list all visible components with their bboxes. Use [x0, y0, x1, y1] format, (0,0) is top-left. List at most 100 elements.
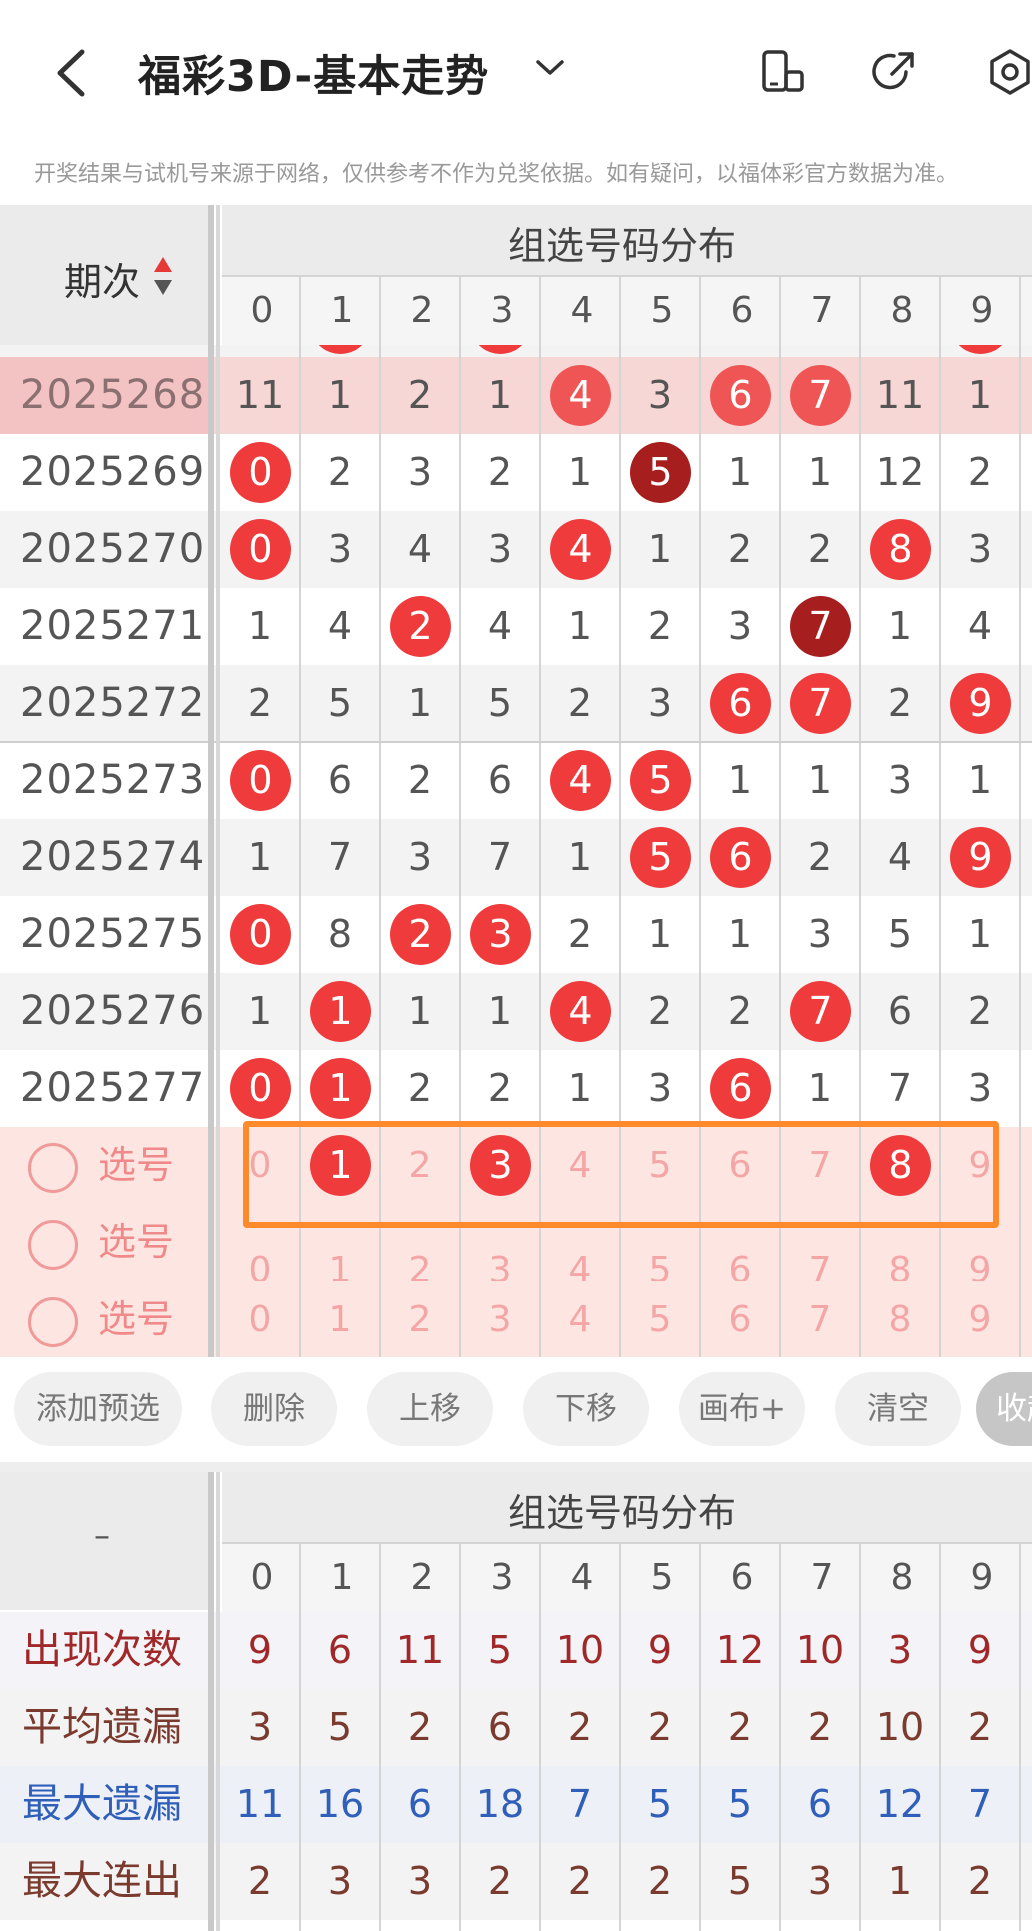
table-row[interactable]: 2025274 1 7 3 7 1 5 6 2 4 9: [0, 819, 1032, 896]
digit-cell-7[interactable]: 7: [780, 357, 860, 434]
digit-cell-7[interactable]: 3: [780, 896, 860, 973]
digit-cell-6[interactable]: 2: [700, 973, 780, 1050]
digit-cell-6[interactable]: 6: [700, 665, 780, 742]
move-down-button[interactable]: 下移: [523, 1372, 649, 1446]
pick-digit-8[interactable]: 8: [860, 1281, 940, 1357]
digit-cell-8[interactable]: 7: [860, 1050, 940, 1127]
pick-row-radio[interactable]: [28, 1297, 78, 1347]
digit-cell-9[interactable]: 1: [940, 742, 1020, 819]
collapse-button[interactable]: 收起: [976, 1372, 1032, 1446]
delete-button[interactable]: 删除: [211, 1372, 337, 1446]
digit-cell-5[interactable]: 1: [620, 896, 700, 973]
digit-cell-2[interactable]: 2: [380, 742, 460, 819]
digit-cell-7[interactable]: 2: [780, 511, 860, 588]
digit-cell-4[interactable]: 1: [540, 588, 620, 665]
digit-cell-6[interactable]: 1: [700, 896, 780, 973]
digit-cell-7[interactable]: 7: [780, 588, 860, 665]
digit-cell-0[interactable]: 0: [220, 896, 300, 973]
digit-cell-5[interactable]: 3: [620, 357, 700, 434]
digit-cell-4[interactable]: 4: [540, 357, 620, 434]
digit-cell-8[interactable]: 11: [860, 357, 940, 434]
digit-cell-1[interactable]: 1: [300, 973, 380, 1050]
digit-cell-1[interactable]: 7: [300, 819, 380, 896]
pick-digit-3[interactable]: 3: [460, 1281, 540, 1357]
digit-cell-7[interactable]: 1: [780, 742, 860, 819]
digit-cell-8[interactable]: 8: [860, 511, 940, 588]
digit-cell-7[interactable]: 1: [780, 1050, 860, 1127]
digit-cell-3[interactable]: 1: [460, 357, 540, 434]
digit-cell-1[interactable]: 1: [300, 357, 380, 434]
digit-cell-9[interactable]: 9: [940, 665, 1020, 742]
digit-cell-0[interactable]: 11: [220, 357, 300, 434]
chevron-down-icon[interactable]: [535, 58, 565, 78]
digit-cell-6[interactable]: 6: [700, 357, 780, 434]
digit-cell-0[interactable]: 0: [220, 1050, 300, 1127]
digit-cell-7[interactable]: 1: [780, 434, 860, 511]
digit-cell-9[interactable]: 2: [940, 973, 1020, 1050]
pick-digit-4[interactable]: 4: [540, 1281, 620, 1357]
pick-row-radio[interactable]: [28, 1220, 78, 1270]
digit-cell-0[interactable]: 1: [220, 819, 300, 896]
digit-cell-0[interactable]: 1: [220, 973, 300, 1050]
digit-cell-5[interactable]: 5: [620, 742, 700, 819]
digit-cell-9[interactable]: 4: [940, 588, 1020, 665]
digit-cell-4[interactable]: 2: [540, 896, 620, 973]
period-column-header[interactable]: 期次: [0, 205, 208, 345]
digit-cell-8[interactable]: 5: [860, 896, 940, 973]
digit-cell-9[interactable]: 9: [940, 819, 1020, 896]
digit-cell-0[interactable]: 0: [220, 434, 300, 511]
digit-cell-5[interactable]: 1: [620, 511, 700, 588]
digit-cell-8[interactable]: 6: [860, 973, 940, 1050]
digit-cell-6[interactable]: 6: [700, 1050, 780, 1127]
digit-cell-8[interactable]: 12: [860, 434, 940, 511]
digit-cell-3[interactable]: 2: [460, 1050, 540, 1127]
pick-digit-7[interactable]: 7: [780, 1251, 860, 1281]
pick-digit-8[interactable]: 8: [860, 1251, 940, 1281]
digit-cell-9[interactable]: 1: [940, 357, 1020, 434]
digit-cell-4[interactable]: 1: [540, 434, 620, 511]
digit-cell-5[interactable]: 3: [620, 665, 700, 742]
digit-cell-6[interactable]: 1: [700, 742, 780, 819]
pick-digit-6[interactable]: 6: [700, 1281, 780, 1357]
digit-cell-2[interactable]: 2: [380, 1050, 460, 1127]
digit-cell-9[interactable]: 3: [940, 1050, 1020, 1127]
digit-cell-1[interactable]: 2: [300, 434, 380, 511]
digit-cell-9[interactable]: 2: [940, 434, 1020, 511]
share-icon[interactable]: [870, 48, 918, 96]
digit-cell-9[interactable]: 1: [940, 896, 1020, 973]
digit-cell-3[interactable]: 6: [460, 742, 540, 819]
digit-cell-4[interactable]: 1: [540, 1050, 620, 1127]
pick-row-radio[interactable]: [28, 1143, 78, 1193]
digit-cell-2[interactable]: 3: [380, 819, 460, 896]
pick-digit-1[interactable]: 1: [300, 1251, 380, 1281]
digit-cell-3[interactable]: 2: [460, 434, 540, 511]
digit-cell-5[interactable]: 2: [620, 973, 700, 1050]
page-title[interactable]: 福彩3D-基本走势: [138, 42, 489, 104]
table-row[interactable]: 2025270 0 3 4 3 4 1 2 2 8 3: [0, 511, 1032, 588]
digit-cell-5[interactable]: 5: [620, 434, 700, 511]
digit-cell-1[interactable]: 4: [300, 588, 380, 665]
digit-cell-0[interactable]: 1: [220, 588, 300, 665]
back-arrow-icon[interactable]: [52, 48, 92, 98]
digit-cell-4[interactable]: 2: [540, 665, 620, 742]
digit-cell-8[interactable]: 2: [860, 665, 940, 742]
settings-icon[interactable]: [986, 48, 1032, 96]
digit-cell-5[interactable]: 3: [620, 1050, 700, 1127]
digit-cell-8[interactable]: 4: [860, 819, 940, 896]
table-row[interactable]: 2025269 0 2 3 2 1 5 1 1 12 2: [0, 434, 1032, 511]
digit-cell-9[interactable]: 3: [940, 511, 1020, 588]
table-row[interactable]: 2025275 0 8 2 3 2 1 1 3 5 1: [0, 896, 1032, 973]
pick-digit-5[interactable]: 5: [620, 1281, 700, 1357]
digit-cell-7[interactable]: 7: [780, 973, 860, 1050]
digit-cell-4[interactable]: 4: [540, 973, 620, 1050]
table-row[interactable]: 2025271 1 4 2 4 1 2 3 7 1 4: [0, 588, 1032, 665]
device-rotate-icon[interactable]: [758, 48, 806, 96]
move-up-button[interactable]: 上移: [367, 1372, 493, 1446]
digit-cell-2[interactable]: 2: [380, 896, 460, 973]
digit-cell-0[interactable]: 0: [220, 742, 300, 819]
pick-digit-0[interactable]: 0: [220, 1281, 300, 1357]
pick-digit-9[interactable]: 9: [940, 1281, 1020, 1357]
digit-cell-8[interactable]: 1: [860, 588, 940, 665]
digit-cell-4[interactable]: 1: [540, 819, 620, 896]
clear-button[interactable]: 清空: [835, 1372, 961, 1446]
